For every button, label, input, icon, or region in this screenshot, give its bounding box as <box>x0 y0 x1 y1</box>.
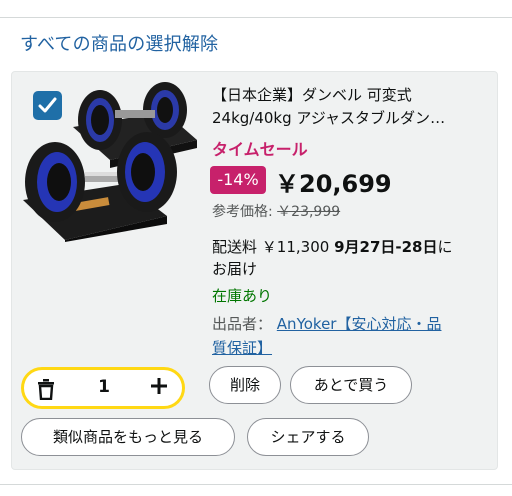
delete-button[interactable]: 削除 <box>209 366 281 404</box>
reference-price-value: ￥23,999 <box>277 204 341 220</box>
product-title-line2[interactable]: 24kg/40kg アジャスタブルダン… <box>212 107 492 130</box>
quantity-value: 1 <box>98 377 110 397</box>
shipping-fee: ￥11,300 <box>261 238 330 256</box>
item-select-checkbox[interactable] <box>33 91 62 120</box>
seller-info: 出品者： AnYoker【安心対応・品 質保証】 <box>212 312 492 360</box>
stock-status: 在庫あり <box>212 287 273 305</box>
delivery-date: 9月27日-28日 <box>334 238 438 256</box>
seller-link-line2[interactable]: 質保証】 <box>212 339 272 357</box>
seller-label: 出品者： <box>212 315 273 333</box>
delivery-suffix2: お届け <box>212 260 258 278</box>
trash-icon[interactable] <box>36 378 56 400</box>
product-title-line1[interactable]: 【日本企業】ダンベル 可変式 <box>212 84 492 107</box>
reference-price-label: 参考価格: <box>212 204 273 220</box>
seller-link-line1[interactable]: AnYoker【安心対応・品 <box>277 315 442 333</box>
quantity-stepper: 1 <box>21 367 185 409</box>
top-divider <box>0 17 512 18</box>
bottom-divider <box>0 484 512 485</box>
plus-icon[interactable] <box>150 377 168 395</box>
shipping-info: 配送料 ￥11,300 9月27日-28日に お届け <box>212 236 482 280</box>
checkbox-checked-icon <box>38 97 57 113</box>
price: ￥20,699 <box>275 170 392 198</box>
delivery-suffix1: に <box>437 238 453 256</box>
discount-badge: -14% <box>210 166 266 194</box>
share-button[interactable]: シェアする <box>247 418 369 456</box>
see-similar-button[interactable]: 類似商品をもっと見る <box>21 418 235 456</box>
reference-price: 参考価格: ￥23,999 <box>212 201 340 221</box>
deal-badge: タイムセール <box>212 140 308 159</box>
deselect-all-link[interactable]: すべての商品の選択解除 <box>20 30 218 56</box>
product-title[interactable]: 【日本企業】ダンベル 可変式 24kg/40kg アジャスタブルダン… <box>212 84 492 130</box>
save-for-later-button[interactable]: あとで買う <box>290 366 412 404</box>
shipping-label: 配送料 <box>212 238 258 256</box>
